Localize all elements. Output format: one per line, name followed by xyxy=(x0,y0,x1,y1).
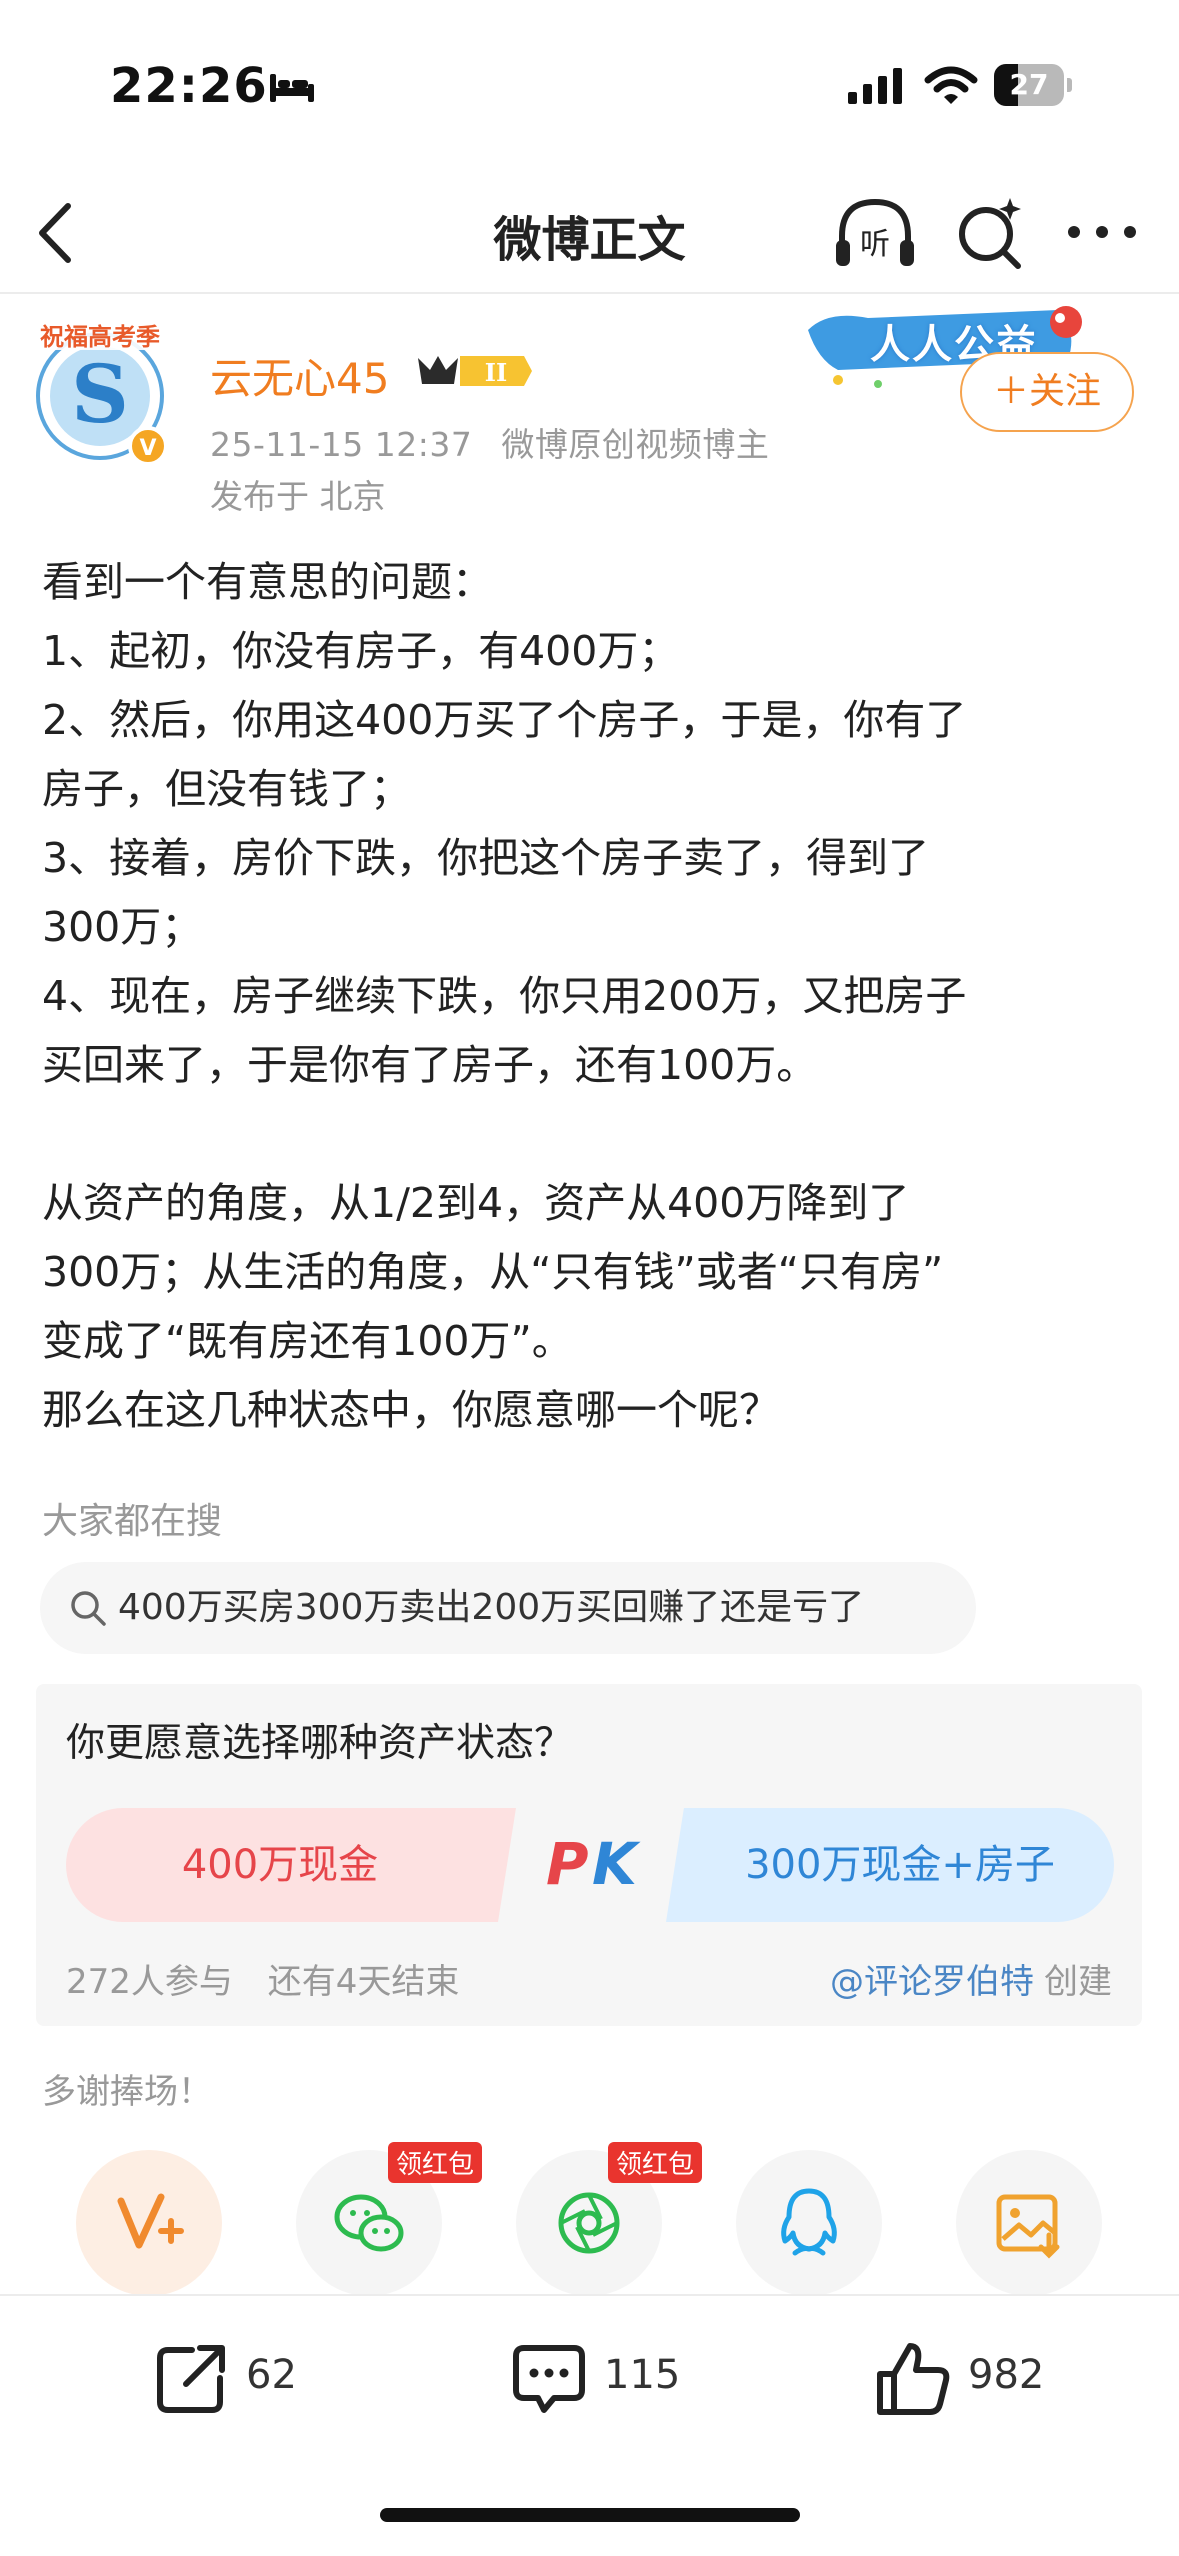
search-suggestion-chip[interactable]: 400万买房300万卖出200万买回赚了还是亏了 xyxy=(40,1562,976,1654)
author-tag: 微博原创视频博主 xyxy=(501,425,770,464)
red-packet-badge: 领红包 xyxy=(388,2142,483,2183)
author-name[interactable]: 云无心45 xyxy=(210,345,389,406)
nav-bar: 微博正文 听 xyxy=(0,170,1179,294)
status-bar: 22:26 27 xyxy=(0,0,1179,170)
pk-creator-handle[interactable]: @评论罗伯特 xyxy=(830,1962,1034,2002)
wifi-icon xyxy=(924,66,978,104)
follow-button[interactable]: ＋关注 xyxy=(960,352,1134,432)
pk-right-option[interactable]: 300万现金+房子 xyxy=(686,1808,1114,1922)
post-body: 看到一个有意思的问题： 1、起初，你没有房子，有400万； 2、然后，你用这40… xyxy=(42,548,1152,1445)
thanks-label: 多谢捧场！ xyxy=(42,2072,212,2112)
post-line: 从资产的角度，从1/2到4，资产从400万降到了 xyxy=(42,1179,910,1227)
post-line: 2、然后，你用这400万买了个房子，于是，你有了 xyxy=(42,696,967,744)
post-timestamp: 25-11-15 12:37 xyxy=(210,425,473,464)
post-line: 300万； xyxy=(42,903,203,951)
moments-icon xyxy=(558,2192,620,2254)
crown-level-badge[interactable]: II xyxy=(414,350,532,392)
battery-indicator: 27 xyxy=(994,64,1072,106)
cellular-signal-icon xyxy=(848,68,902,104)
sleep-focus-icon xyxy=(270,74,314,102)
pk-vs-p: P xyxy=(546,1830,589,1898)
thumbs-up-icon xyxy=(877,2343,950,2415)
share-row: 领红包 领红包 xyxy=(0,2142,1179,2300)
pk-remaining: 还有4天结束 xyxy=(267,1962,460,2002)
pk-vs-k: K xyxy=(592,1830,641,1898)
pk-creator-suffix: 创建 xyxy=(1044,1962,1112,2002)
post-line: 4、现在，房子继续下跌，你只用200万，又把房子 xyxy=(42,972,967,1020)
pk-vote-card: 你更愿意选择哪种资产状态？ 400万现金 P K 300万现金+房子 272人参… xyxy=(36,1684,1142,2026)
post-line xyxy=(42,1100,1152,1169)
repost-count: 62 xyxy=(246,2352,297,2398)
pk-left-option[interactable]: 400万现金 xyxy=(66,1808,494,1922)
post-line: 房子，但没有钱了； xyxy=(42,765,411,813)
svg-text:V: V xyxy=(139,436,156,461)
wechat-icon xyxy=(334,2194,404,2252)
post-line: 那么在这几种状态中，你愿意哪一个呢？ xyxy=(42,1386,780,1434)
svg-text:听: 听 xyxy=(860,227,890,262)
comment-count: 115 xyxy=(604,2352,681,2398)
listen-icon[interactable]: 听 xyxy=(832,192,918,278)
more-icon[interactable] xyxy=(1064,220,1140,244)
repost-icon xyxy=(157,2345,225,2413)
red-packet-badge: 领红包 xyxy=(608,2142,703,2183)
status-time: 22:26 xyxy=(110,58,268,114)
vplus-button[interactable] xyxy=(76,2150,222,2296)
pk-participants: 272人参与 xyxy=(66,1962,233,2002)
search-suggestion-text: 400万买房300万卖出200万买回赚了还是亏了 xyxy=(118,1587,865,1628)
pk-stats: 272人参与 还有4天结束 xyxy=(66,1954,483,2003)
level-text: II xyxy=(485,358,507,387)
post-meta: 25-11-15 12:37 微博原创视频博主 xyxy=(210,418,787,466)
comment-icon xyxy=(513,2345,585,2413)
pk-creator: @评论罗伯特 创建 xyxy=(830,1954,1112,2003)
pk-vs-icon: P K xyxy=(546,1830,641,1898)
qq-icon xyxy=(781,2188,837,2256)
post-line: 变成了“既有房还有100万”。 xyxy=(42,1317,573,1365)
save-image-icon xyxy=(996,2194,1060,2259)
search-icon[interactable] xyxy=(952,192,1028,272)
share-moments-button[interactable]: 领红包 xyxy=(516,2142,703,2296)
post-line: 3、接着，房价下跌，你把这个房子卖了，得到了 xyxy=(42,834,930,882)
save-image-button[interactable] xyxy=(956,2150,1102,2296)
trending-search-label: 大家都在搜 xyxy=(42,1501,223,1542)
battery-level: 27 xyxy=(1009,68,1049,101)
avatar[interactable]: S 祝福高考季 V xyxy=(36,318,170,468)
svg-text:S: S xyxy=(71,347,129,441)
search-icon xyxy=(71,1591,106,1626)
share-qq-button[interactable] xyxy=(736,2150,882,2296)
home-indicator[interactable] xyxy=(380,2508,800,2522)
post-line: 1、起初，你没有房子，有400万； xyxy=(42,627,680,675)
post-line: 买回来了，于是你有了房子，还有100万。 xyxy=(42,1041,818,1089)
post-line: 看到一个有意思的问题： xyxy=(42,558,493,606)
like-count: 982 xyxy=(968,2352,1045,2398)
post-line: 300万；从生活的角度，从“只有钱”或者“只有房” xyxy=(42,1248,944,1296)
svg-text:祝福高考季: 祝福高考季 xyxy=(40,323,160,351)
vplus-icon xyxy=(117,2193,184,2249)
post-location: 发布于 北京 xyxy=(210,477,386,516)
pk-question: 你更愿意选择哪种资产状态？ xyxy=(66,1721,574,1766)
share-wechat-button[interactable]: 领红包 xyxy=(296,2142,483,2296)
